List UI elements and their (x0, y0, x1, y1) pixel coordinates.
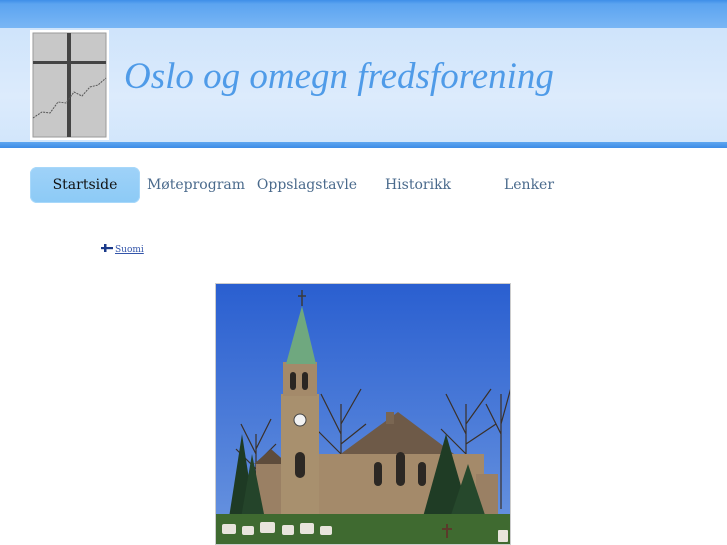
main-nav: Startside Møteprogram Oppslagstavle Hist… (30, 167, 590, 203)
church-photo (215, 283, 511, 545)
nav-item-historikk[interactable]: Historikk (363, 167, 473, 203)
header-divider (0, 142, 727, 148)
nav-item-moteprogram[interactable]: Møteprogram (141, 167, 251, 203)
top-strip (0, 0, 727, 28)
nav-item-lenker[interactable]: Lenker (474, 167, 584, 203)
nav-item-oppslagstavle[interactable]: Oppslagstavle (252, 167, 362, 203)
cross-logo-icon (30, 30, 109, 140)
site-title: Oslo og omegn fredsforening (124, 56, 554, 97)
nav-item-startside[interactable]: Startside (30, 167, 140, 203)
language-link-suomi[interactable]: Suomi (101, 244, 144, 255)
finland-flag-icon (101, 244, 113, 255)
language-label: Suomi (115, 245, 144, 255)
